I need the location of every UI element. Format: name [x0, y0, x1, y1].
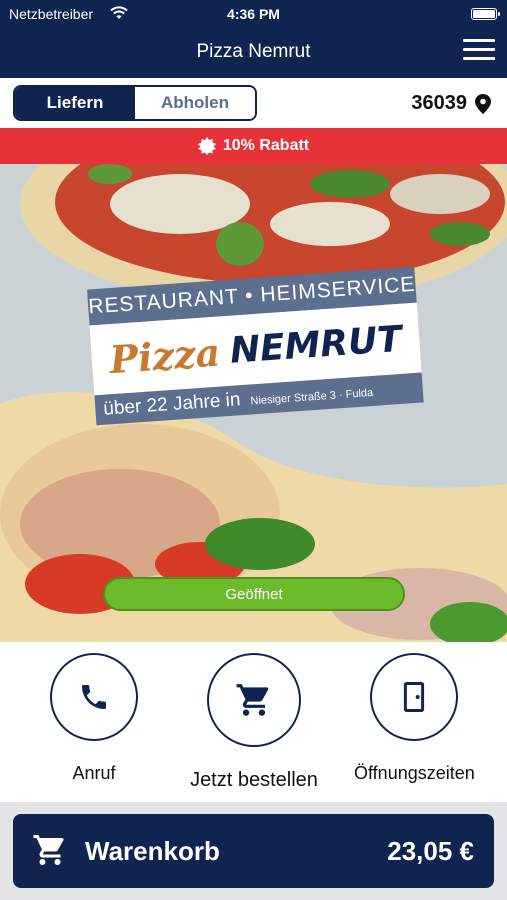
hours-button-circle[interactable]	[370, 653, 458, 741]
brand-name-second: NEMRUT	[228, 318, 404, 372]
discount-label: 10% Rabatt	[222, 137, 310, 154]
page-title: Pizza Nemrut	[196, 41, 311, 62]
location-selector[interactable]: 36039	[411, 92, 491, 115]
restaurant-banner: RESTAURANT • HEIMSERVICE Pizza NEMRUT üb…	[87, 266, 425, 444]
cart-label: Warenkorb	[85, 836, 220, 866]
status-bar: Netzbetreiber 4:36 PM	[0, 0, 507, 28]
opening-hours-label: Öffnungszeiten	[354, 763, 475, 783]
cart-button[interactable]: Warenkorb 23,05 €	[13, 814, 494, 888]
brand-name-first: Pizza	[107, 329, 222, 382]
order-now-label: Jetzt bestellen	[190, 769, 318, 791]
cart-total: 23,05 €	[387, 836, 474, 866]
quick-actions: Anruf Jetzt bestellen Öffnungszeiten	[0, 642, 507, 802]
banner-address: Niesiger Straße 3 · Fulda	[250, 386, 374, 408]
call-label: Anruf	[72, 763, 116, 783]
location-pin-icon	[475, 93, 491, 114]
nav-bar: Pizza Nemrut	[0, 28, 507, 78]
order-now-button[interactable]: Jetzt bestellen	[188, 653, 320, 792]
delivery-mode-toggle: Liefern Abholen	[13, 85, 257, 121]
tab-abholen[interactable]: Abholen	[135, 87, 255, 119]
discount-banner[interactable]: 10% Rabatt	[0, 128, 507, 164]
order-button-circle[interactable]	[207, 653, 301, 747]
cart-icon	[236, 684, 269, 716]
battery-icon	[471, 8, 500, 20]
banner-years: über 22 Jahre in	[102, 389, 242, 420]
phone-icon	[82, 685, 106, 709]
hero-image: RESTAURANT • HEIMSERVICE Pizza NEMRUT üb…	[0, 164, 507, 642]
door-icon	[403, 681, 425, 713]
hamburger-menu-icon[interactable]	[463, 39, 495, 65]
cart-footer: Warenkorb 23,05 €	[0, 802, 507, 900]
tab-liefern[interactable]: Liefern	[15, 87, 135, 119]
badge-icon	[197, 137, 216, 155]
open-status-badge: Geöffnet	[103, 577, 405, 611]
cart-icon	[33, 835, 64, 865]
opening-hours-button[interactable]: Öffnungszeiten	[354, 653, 475, 784]
clock: 4:36 PM	[227, 6, 280, 22]
call-button-circle[interactable]	[50, 653, 138, 741]
order-mode-bar: Liefern Abholen 36039	[0, 78, 507, 128]
zip-code: 36039	[411, 92, 467, 114]
call-button[interactable]: Anruf	[50, 653, 138, 784]
